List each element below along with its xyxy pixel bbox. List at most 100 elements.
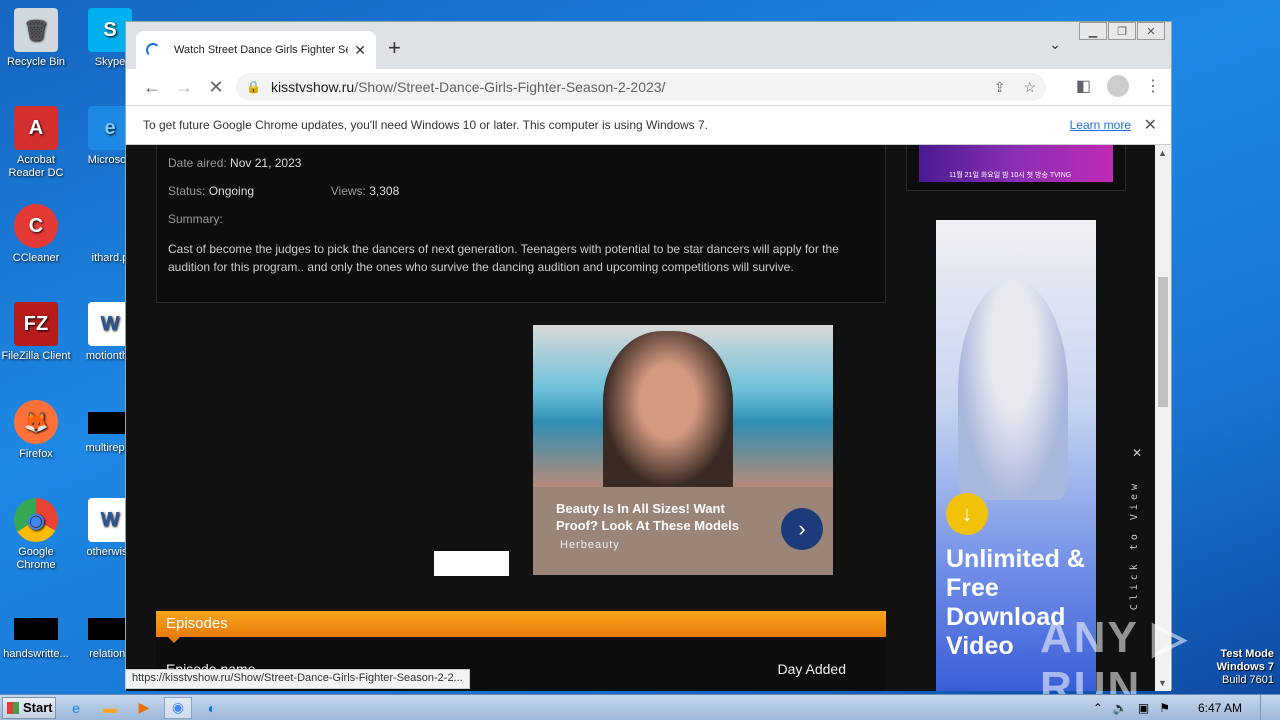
- summary-text: Cast of become the judges to pick the da…: [168, 242, 839, 274]
- edge-taskbar-icon[interactable]: ◐: [198, 697, 226, 719]
- status-label: Status:: [168, 184, 206, 198]
- window-controls: ▁ ❐ ✕: [1078, 22, 1165, 40]
- clock[interactable]: 6:47 AM: [1198, 701, 1242, 715]
- toolbar: ← → ✕ 🔒 kisstvshow.ru /Show/Street-Dance…: [126, 69, 1171, 105]
- test-mode-line3: Build 7601: [1222, 674, 1274, 686]
- scroll-thumb[interactable]: [1158, 277, 1168, 407]
- volume-icon[interactable]: 🔈: [1113, 701, 1128, 715]
- top-right-ad-banner[interactable]: 11월 21일 화요일 밤 10시 첫 방송 TVING: [919, 145, 1113, 182]
- recycle-bin-label: Recycle Bin: [6, 56, 66, 68]
- tab-active[interactable]: Watch Street Dance Girls Fighter Se ✕: [136, 31, 376, 69]
- show-desktop-button[interactable]: [1260, 694, 1272, 720]
- loading-spinner-icon: [146, 43, 160, 57]
- chrome-label: Google Chrome: [16, 546, 56, 571]
- click-to-view-text[interactable]: Click to View: [1129, 480, 1140, 610]
- tab-search-icon[interactable]: ⌄: [1049, 36, 1061, 53]
- filezilla-label: FileZilla Client: [1, 350, 71, 362]
- url-path: /Show/Street-Dance-Girls-Fighter-Season-…: [354, 79, 666, 95]
- col-day-added: Day Added: [777, 661, 847, 677]
- download-arrow-icon: ↓: [946, 493, 988, 535]
- ad-photo: [533, 325, 833, 487]
- infobar-close-icon[interactable]: ✕: [1144, 115, 1157, 135]
- beauty-ad[interactable]: Beauty Is In All Sizes! Want Proof? Look…: [533, 325, 833, 575]
- chrome-glyph: ◉: [14, 498, 58, 542]
- infobar-text: To get future Google Chrome updates, you…: [143, 118, 709, 132]
- firefox-icon[interactable]: 🦊 Firefox: [0, 400, 72, 461]
- learn-more-link[interactable]: Learn more: [1070, 118, 1131, 132]
- action-center-flag-icon[interactable]: ⚑: [1159, 701, 1170, 715]
- ad-brand: Herbeauty: [560, 539, 620, 551]
- side-panel-icon[interactable]: ◧: [1076, 76, 1091, 96]
- status-value: Ongoing: [208, 184, 255, 198]
- blank-ad-slot: [434, 551, 509, 576]
- filezilla-glyph: FZ: [14, 302, 58, 346]
- share-icon[interactable]: ⇪: [994, 79, 1006, 96]
- toolbar-right: ◧ ⋮: [1076, 75, 1161, 97]
- chrome-desktop-icon[interactable]: ◉ Google Chrome: [0, 498, 72, 572]
- recycle-bin-icon[interactable]: 🗑 Recycle Bin: [0, 8, 72, 69]
- page-viewport: Date aired: Nov 21, 2023 Status: Ongoing…: [126, 145, 1156, 691]
- stop-icon[interactable]: ✕: [200, 77, 232, 98]
- firefox-glyph: 🦊: [14, 400, 58, 444]
- explorer-taskbar-icon[interactable]: ▬: [96, 697, 124, 719]
- taskbar: Start e ▬ ▶ ◉ ◐ ⌃ 🔈 ▣ ⚑ 6:47 AM: [0, 694, 1280, 720]
- bookmark-star-icon[interactable]: ☆: [1023, 79, 1036, 96]
- ad2-close-icon[interactable]: ✕: [1132, 446, 1142, 460]
- handswritte-label: handswritte...: [3, 648, 69, 660]
- minimize-button[interactable]: ▁: [1079, 22, 1107, 40]
- acrobat-glyph: A: [14, 106, 58, 150]
- chrome-window: Watch Street Dance Girls Fighter Se ✕ + …: [125, 21, 1172, 691]
- media-player-taskbar-icon[interactable]: ▶: [130, 697, 158, 719]
- chrome-taskbar-icon[interactable]: ◉: [164, 696, 192, 719]
- acrobat-icon[interactable]: A Acrobat Reader DC: [0, 106, 72, 180]
- back-icon[interactable]: ←: [136, 77, 168, 98]
- views-label: Views:: [330, 184, 366, 198]
- handswritte-icon[interactable]: handswritte...: [0, 606, 72, 661]
- scroll-up-icon[interactable]: ▲: [1158, 148, 1167, 158]
- episodes-header: Episodes: [156, 611, 886, 643]
- lock-icon[interactable]: 🔒: [246, 80, 261, 94]
- page-scrollbar[interactable]: ▲ ▼: [1155, 145, 1171, 691]
- ccleaner-icon[interactable]: C CCleaner: [0, 204, 72, 265]
- tab-close-icon[interactable]: ✕: [354, 42, 366, 59]
- tab-strip: Watch Street Dance Girls Fighter Se ✕ + …: [126, 22, 1171, 69]
- recycle-bin-glyph: 🗑: [14, 8, 58, 52]
- date-aired-label: Date aired:: [168, 156, 227, 170]
- address-bar[interactable]: 🔒 kisstvshow.ru /Show/Street-Dance-Girls…: [236, 73, 1046, 101]
- ad-headline: Beauty Is In All Sizes! Want Proof? Look…: [556, 501, 739, 533]
- redacted-icon: [14, 618, 58, 640]
- episodes-title: Episodes: [166, 615, 228, 632]
- close-window-button[interactable]: ✕: [1137, 22, 1165, 40]
- restore-button[interactable]: ❐: [1108, 22, 1136, 40]
- test-mode-text: Test Mode Windows 7 Build 7601: [1217, 648, 1274, 687]
- tray-expand-icon[interactable]: ⌃: [1093, 701, 1103, 715]
- menu-kebab-icon[interactable]: ⋮: [1145, 76, 1161, 96]
- url-domain: kisstvshow.ru: [270, 79, 355, 95]
- firefox-label: Firefox: [19, 448, 53, 460]
- ie-taskbar-icon[interactable]: e: [62, 697, 90, 719]
- status-row: Status: Ongoing Views: 3,308: [168, 184, 874, 198]
- forward-icon[interactable]: →: [168, 77, 200, 98]
- windows-flag-icon: [7, 701, 19, 714]
- acrobat-label: Acrobat Reader DC: [8, 154, 64, 179]
- omnibox-icons: ⇪ ☆: [994, 79, 1036, 96]
- update-infobar: To get future Google Chrome updates, you…: [126, 105, 1171, 145]
- date-aired-value: Nov 21, 2023: [230, 156, 302, 170]
- show-info-box: Date aired: Nov 21, 2023 Status: Ongoing…: [156, 145, 886, 303]
- test-mode-line1: Test Mode: [1220, 648, 1274, 660]
- profile-avatar-icon[interactable]: [1107, 75, 1129, 97]
- top-right-ad-frame: 11월 21일 화요일 밤 10시 첫 방송 TVING: [906, 145, 1126, 191]
- ccleaner-glyph: C: [14, 204, 58, 248]
- system-tray: ⌃ 🔈 ▣ ⚑ 6:47 AM: [1093, 694, 1280, 720]
- summary-row: Summary:: [168, 212, 874, 226]
- new-tab-button[interactable]: +: [388, 35, 401, 61]
- filezilla-icon[interactable]: FZ FileZilla Client: [0, 302, 72, 363]
- network-icon[interactable]: ▣: [1138, 701, 1149, 715]
- ad2-photo: [958, 280, 1068, 500]
- start-button[interactable]: Start: [2, 696, 56, 719]
- tab-title: Watch Street Dance Girls Fighter Se: [174, 44, 349, 56]
- ad-arrow-icon[interactable]: ›: [781, 508, 823, 550]
- test-mode-line2: Windows 7: [1216, 661, 1274, 673]
- ccleaner-label: CCleaner: [12, 252, 60, 264]
- date-aired-row: Date aired: Nov 21, 2023: [168, 156, 874, 170]
